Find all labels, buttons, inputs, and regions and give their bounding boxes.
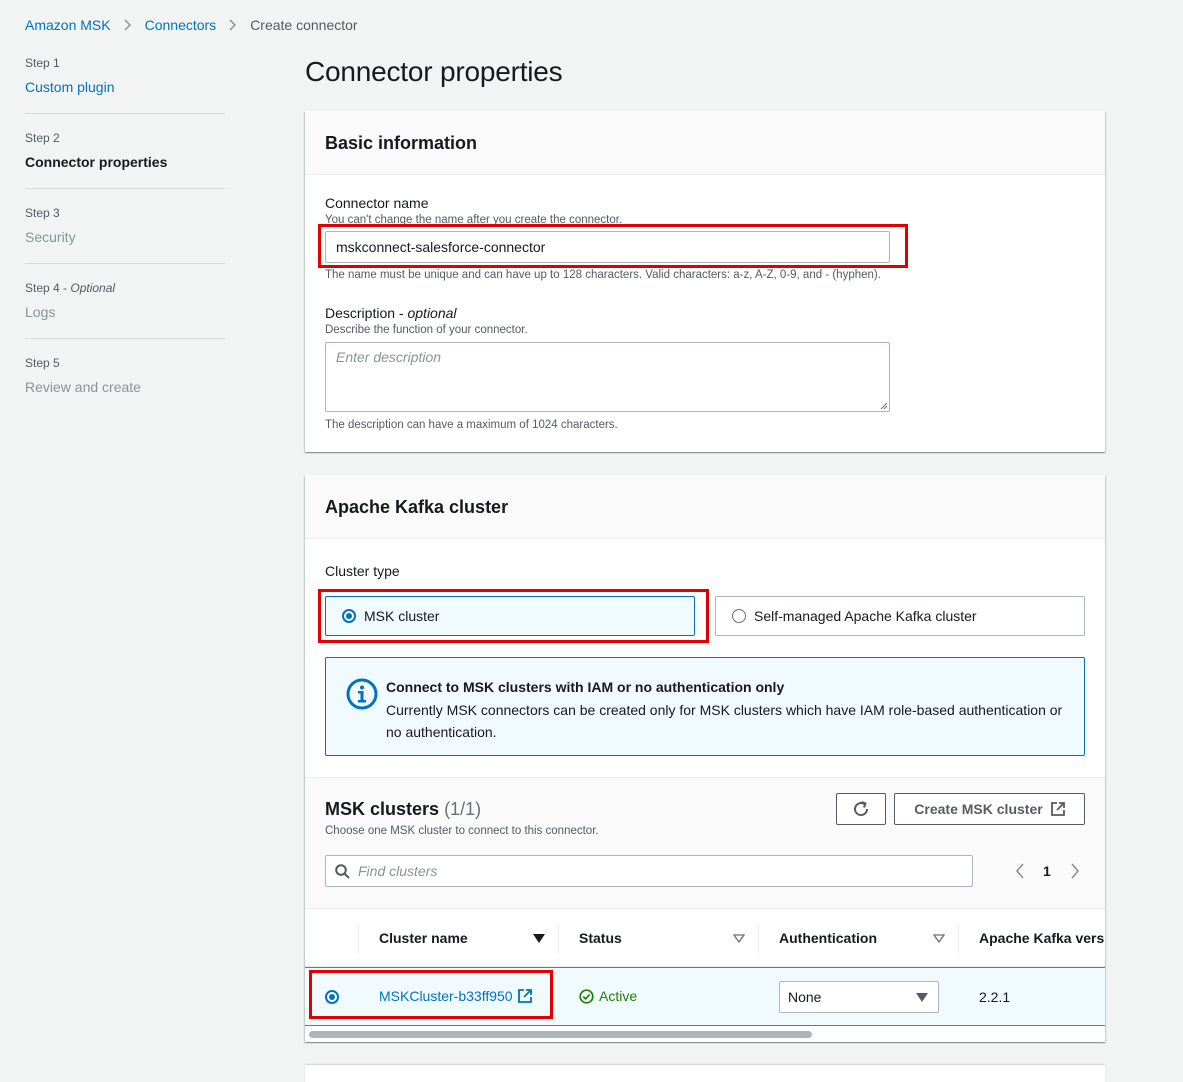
kafka-version-value: 2.2.1 bbox=[979, 989, 1011, 1005]
column-divider bbox=[358, 923, 359, 953]
refresh-icon bbox=[854, 801, 869, 817]
refresh-button[interactable] bbox=[836, 793, 886, 825]
tile-label: Self-managed Apache Kafka cluster bbox=[754, 608, 977, 624]
step-logs: Logs bbox=[25, 304, 56, 320]
sort-descending-icon bbox=[533, 934, 545, 943]
highlight-msk-cluster-tile bbox=[318, 589, 709, 643]
panel-title: Basic information bbox=[325, 133, 478, 153]
check-circle-icon bbox=[579, 988, 594, 1004]
description-textarea[interactable]: Enter description bbox=[325, 342, 890, 412]
column-header-apache-kafka-version[interactable]: Apache Kafka versi bbox=[979, 909, 1105, 967]
find-clusters-placeholder: Find clusters bbox=[358, 863, 438, 879]
highlight-connector-name bbox=[318, 224, 908, 268]
step-2: Step 2 Connector properties bbox=[25, 131, 225, 189]
clusters-count: (1/1) bbox=[444, 799, 482, 819]
breadcrumb-amazon-msk[interactable]: Amazon MSK bbox=[25, 17, 111, 33]
page-number[interactable]: 1 bbox=[1043, 863, 1051, 879]
chevron-right-icon bbox=[229, 19, 237, 31]
status-badge: Active bbox=[579, 988, 637, 1004]
step-5: Step 5 Review and create bbox=[25, 356, 225, 414]
page-title: Connector properties bbox=[305, 56, 563, 87]
description-label: Description - optional bbox=[325, 305, 457, 321]
step-number: Step 4 - Optional bbox=[25, 281, 116, 295]
panel-header: Basic information bbox=[305, 111, 1105, 175]
step-4: Step 4 - Optional Logs bbox=[25, 281, 225, 339]
msk-clusters-title: MSK clusters (1/1) bbox=[325, 799, 482, 819]
caret-down-icon bbox=[916, 993, 928, 1002]
resize-handle-icon[interactable] bbox=[880, 402, 888, 410]
highlight-cluster-row bbox=[309, 970, 553, 1019]
apache-kafka-cluster-panel: Apache Kafka cluster Cluster type MSK cl… bbox=[305, 475, 1105, 1042]
tile-self-managed-kafka[interactable]: Self-managed Apache Kafka cluster bbox=[715, 596, 1085, 636]
step-number: Step 1 bbox=[25, 56, 60, 70]
column-header-authentication[interactable]: Authentication bbox=[779, 909, 949, 967]
column-divider bbox=[958, 923, 959, 953]
description-hint: Describe the function of your connector. bbox=[325, 324, 528, 336]
chevron-left-icon[interactable] bbox=[1015, 863, 1025, 879]
connector-name-label: Connector name bbox=[325, 195, 429, 211]
column-divider bbox=[558, 923, 559, 953]
wizard-steps: Step 1 Custom plugin Step 2 Connector pr… bbox=[25, 55, 225, 431]
panel-title: Apache Kafka cluster bbox=[325, 497, 509, 517]
step-3: Step 3 Security bbox=[25, 206, 225, 264]
info-alert: Connect to MSK clusters with IAM or no a… bbox=[325, 657, 1085, 756]
column-divider bbox=[758, 923, 759, 953]
basic-information-panel: Basic information Connector name You can… bbox=[305, 111, 1105, 452]
breadcrumb-current: Create connector bbox=[250, 17, 358, 33]
info-icon bbox=[346, 678, 378, 710]
authentication-select[interactable]: None bbox=[779, 981, 939, 1013]
description-constraint: The description can have a maximum of 10… bbox=[325, 419, 618, 431]
step-review-and-create: Review and create bbox=[25, 379, 141, 395]
info-text: Currently MSK connectors can be created … bbox=[386, 702, 1063, 740]
next-panel bbox=[305, 1065, 1105, 1082]
step-number: Step 5 bbox=[25, 356, 60, 370]
step-1: Step 1 Custom plugin bbox=[25, 56, 225, 114]
search-icon bbox=[335, 864, 350, 879]
step-link-custom-plugin[interactable]: Custom plugin bbox=[25, 78, 225, 96]
breadcrumb: Amazon MSK Connectors Create connector bbox=[25, 16, 358, 34]
step-number: Step 2 bbox=[25, 131, 60, 145]
column-header-status[interactable]: Status bbox=[579, 909, 749, 967]
create-msk-cluster-button[interactable]: Create MSK cluster bbox=[894, 793, 1085, 825]
horizontal-scrollbar[interactable] bbox=[309, 1031, 812, 1038]
authentication-value: None bbox=[788, 989, 822, 1005]
chevron-right-icon bbox=[124, 19, 131, 31]
breadcrumb-connectors[interactable]: Connectors bbox=[145, 17, 217, 33]
find-clusters-input[interactable]: Find clusters bbox=[325, 855, 973, 887]
chevron-right-icon[interactable] bbox=[1070, 863, 1080, 879]
description-placeholder: Enter description bbox=[336, 349, 442, 365]
step-current-connector-properties: Connector properties bbox=[25, 154, 168, 170]
info-title: Connect to MSK clusters with IAM or no a… bbox=[386, 679, 785, 695]
radio-unselected-icon bbox=[732, 609, 746, 623]
step-security: Security bbox=[25, 229, 76, 245]
sort-icon bbox=[933, 934, 945, 943]
sort-icon bbox=[733, 934, 745, 943]
clusters-table-header: Cluster name Status Authentication Apach… bbox=[305, 908, 1105, 967]
panel-header: Apache Kafka cluster bbox=[305, 475, 1105, 539]
column-header-cluster-name[interactable]: Cluster name bbox=[379, 909, 549, 967]
step-number: Step 3 bbox=[25, 206, 60, 220]
connector-name-constraint: The name must be unique and can have up … bbox=[325, 269, 881, 281]
external-link-icon bbox=[1050, 802, 1065, 816]
cluster-type-label: Cluster type bbox=[325, 563, 400, 579]
clusters-description: Choose one MSK cluster to connect to thi… bbox=[325, 825, 599, 837]
create-msk-cluster-label: Create MSK cluster bbox=[914, 801, 1043, 817]
